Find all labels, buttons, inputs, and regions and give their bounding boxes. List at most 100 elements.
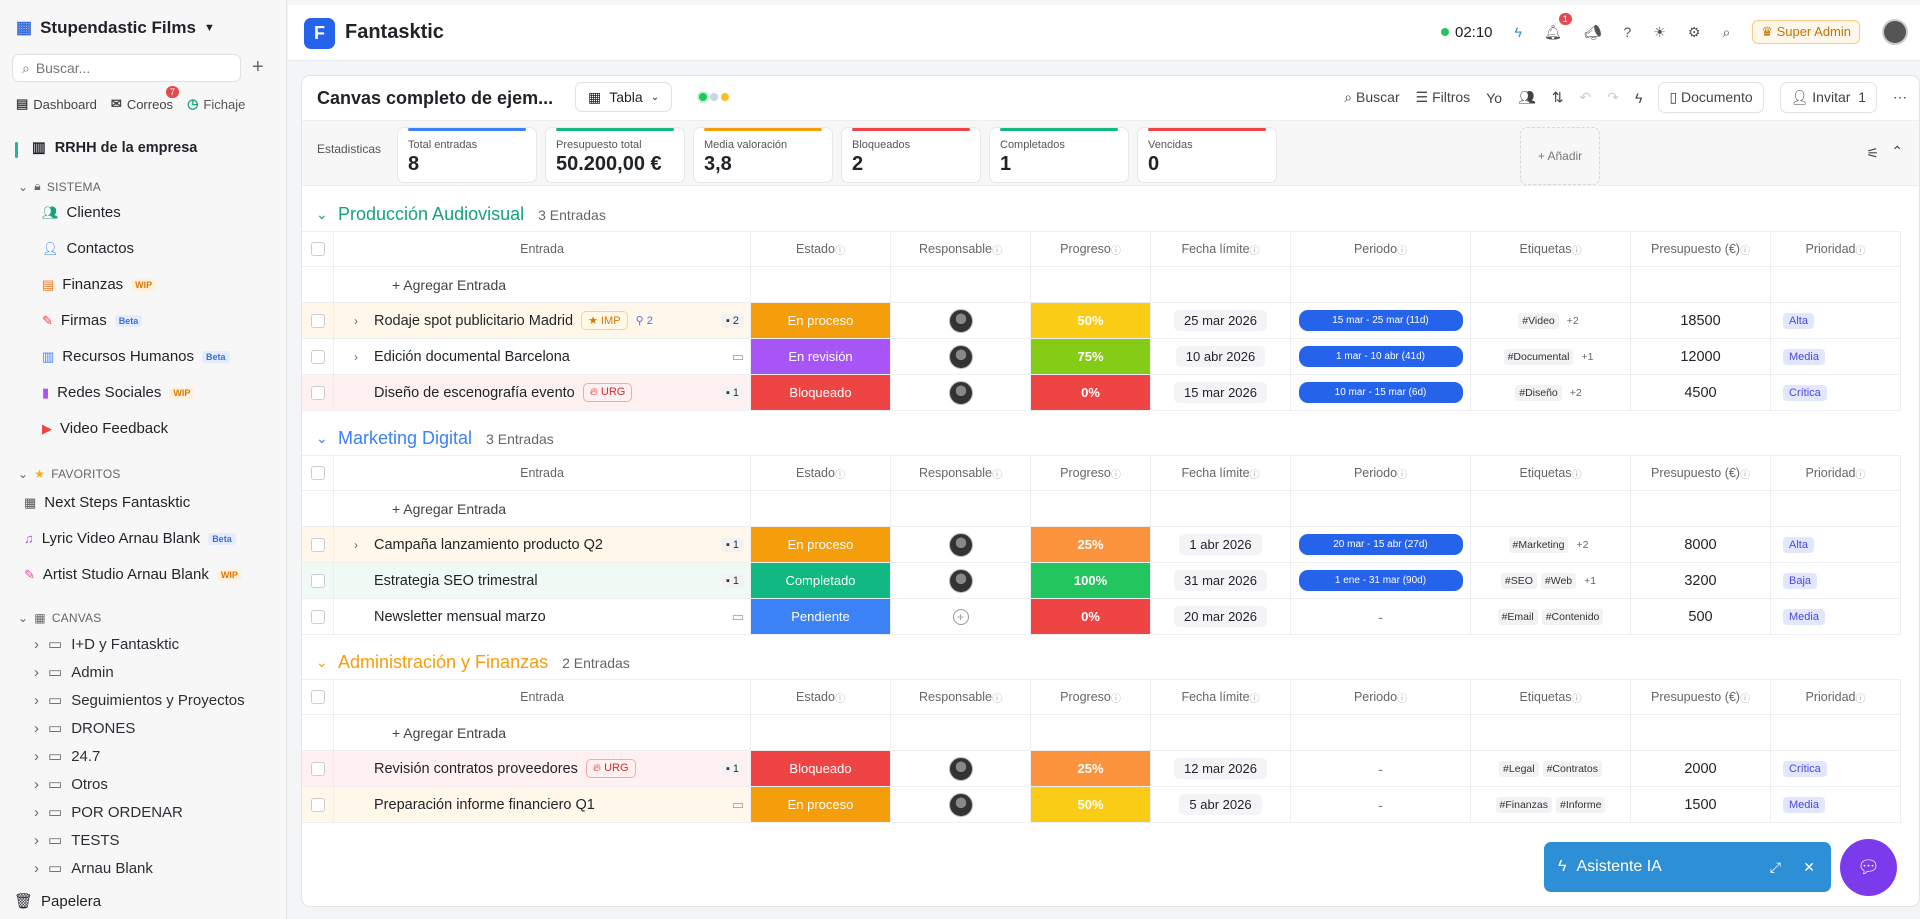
priority-cell[interactable]: Crítica — [1771, 751, 1901, 786]
due-date-cell[interactable]: 1 abr 2026 — [1151, 527, 1291, 562]
section-sistema[interactable]: ⌄ 🔒︎ SISTEMA — [18, 179, 101, 194]
redo-icon[interactable]: ↷ — [1607, 89, 1619, 106]
tags-cell[interactable]: #Email #Contenido — [1471, 599, 1631, 634]
checkbox[interactable] — [310, 385, 325, 400]
sidebar-search[interactable]: ⌕ Buscar... — [12, 54, 241, 82]
assignee-cell[interactable] — [891, 527, 1031, 562]
assignee-cell[interactable] — [891, 375, 1031, 410]
add-entry-cell[interactable]: + Agregar Entrada — [334, 267, 751, 302]
header-checkbox-cell[interactable] — [302, 456, 334, 490]
comments-badge[interactable]: ▪ 2 — [720, 313, 744, 328]
column-header[interactable]: Periodo ⓘ — [1291, 232, 1471, 266]
sidebar-item-redes-sociales[interactable]: ▮ Redes Sociales WIP — [42, 384, 195, 401]
add-entry-button[interactable]: + Agregar Entrada — [354, 501, 506, 517]
invite-button[interactable]: 👤︎ Invitar 1 — [1779, 82, 1877, 113]
chat-button[interactable]: 💬︎ — [1840, 839, 1897, 896]
due-date-cell[interactable]: 12 mar 2026 — [1151, 751, 1291, 786]
sun-icon[interactable]: ☀ — [1653, 24, 1666, 41]
entry-name[interactable]: Estrategia SEO trimestral — [374, 573, 538, 589]
column-header[interactable]: Progreso ⓘ — [1031, 456, 1151, 490]
ai-assistant-bar[interactable]: ϟ Asistente IA ⤢ ✕ — [1544, 842, 1831, 892]
sidebar-item-recursos-humanos[interactable]: ▥ Recursos Humanos Beta — [42, 348, 230, 365]
checkbox[interactable] — [310, 690, 325, 704]
sort-icon[interactable]: ⇅ — [1552, 89, 1564, 106]
priority-cell[interactable]: Alta — [1771, 303, 1901, 338]
column-header[interactable]: Prioridad ⓘ — [1771, 232, 1901, 266]
column-header[interactable]: Etiquetas ⓘ — [1471, 680, 1631, 714]
table-row[interactable]: › Campaña lanzamiento producto Q2 ▪ 1 En pro… — [302, 527, 1901, 563]
status-cell[interactable]: Bloqueado — [751, 375, 891, 410]
checkbox-cell[interactable] — [302, 787, 334, 822]
priority-cell[interactable]: Media — [1771, 787, 1901, 822]
checkbox[interactable] — [310, 609, 325, 624]
checkbox-cell[interactable] — [302, 303, 334, 338]
due-date-cell[interactable]: 25 mar 2026 — [1151, 303, 1291, 338]
entry-name[interactable]: Campaña lanzamiento producto Q2 — [374, 537, 603, 553]
status-cell[interactable]: En proceso — [751, 527, 891, 562]
table-row[interactable]: Preparación informe financiero Q1 ▭ En pro… — [302, 787, 1901, 823]
canvas-folder[interactable]: › ▭ Admin — [34, 663, 114, 682]
table-row[interactable]: Revisión contratos proveedores 🔥︎ URG ▪ 1 Bl… — [302, 751, 1901, 787]
sidebar-item-finanzas[interactable]: ▤ Finanzas WIP — [42, 276, 157, 293]
stat-card[interactable]: Completados 1 — [989, 127, 1129, 183]
comment-icon[interactable]: ▭ — [732, 609, 744, 625]
tags-cell[interactable]: #Video +2 — [1471, 303, 1631, 338]
header-checkbox-cell[interactable] — [302, 232, 334, 266]
checkbox[interactable] — [310, 537, 325, 552]
priority-cell[interactable]: Alta — [1771, 527, 1901, 562]
comments-badge[interactable]: ▪ 1 — [720, 573, 744, 588]
header-checkbox-cell[interactable] — [302, 680, 334, 714]
tags-cell[interactable]: #Documental +1 — [1471, 339, 1631, 374]
budget-cell[interactable]: 4500 — [1631, 375, 1771, 410]
megaphone-icon[interactable]: 📣︎ — [1584, 24, 1602, 41]
column-header[interactable]: Presupuesto (€) ⓘ — [1631, 232, 1771, 266]
undo-icon[interactable]: ↶ — [1580, 89, 1592, 106]
trash-item[interactable]: 🗑︎ Papelera — [14, 892, 101, 911]
favorite-item[interactable]: ▦ Next Steps Fantasktic — [24, 494, 190, 511]
column-header[interactable]: Prioridad ⓘ — [1771, 680, 1901, 714]
column-header[interactable]: Fecha límite ⓘ — [1151, 680, 1291, 714]
checkbox[interactable] — [310, 761, 325, 776]
progress-cell[interactable]: 0% — [1031, 375, 1151, 410]
entry-name[interactable]: Diseño de escenografía evento — [374, 385, 575, 401]
comments-badge[interactable]: ▪ 1 — [720, 537, 744, 552]
filters-button[interactable]: ☰ Filtros — [1416, 89, 1471, 106]
section-favoritos[interactable]: ⌄ ★ FAVORITOS — [18, 467, 121, 481]
expand-icon[interactable]: › — [354, 314, 366, 328]
entry-name[interactable]: Preparación informe financiero Q1 — [374, 797, 595, 813]
section-canvas[interactable]: ⌄ ▦ CANVAS — [18, 611, 101, 625]
column-header[interactable]: Fecha límite ⓘ — [1151, 232, 1291, 266]
canvas-folder[interactable]: › ▭ POR ORDENAR — [34, 803, 183, 822]
progress-cell[interactable]: 75% — [1031, 339, 1151, 374]
checkbox[interactable] — [310, 313, 325, 328]
search-button[interactable]: ⌕ Buscar — [1344, 89, 1399, 106]
column-header[interactable]: Responsable ⓘ — [891, 456, 1031, 490]
progress-cell[interactable]: 100% — [1031, 563, 1151, 598]
period-cell[interactable]: - — [1291, 787, 1471, 822]
canvas-folder[interactable]: › ▭ TESTS — [34, 831, 120, 850]
column-header[interactable]: Periodo ⓘ — [1291, 680, 1471, 714]
checkbox[interactable] — [310, 242, 325, 256]
status-cell[interactable]: Pendiente — [751, 599, 891, 634]
checkbox-cell[interactable] — [302, 527, 334, 562]
progress-cell[interactable]: 25% — [1031, 751, 1151, 786]
canvas-folder[interactable]: › ▭ Seguimientos y Proyectos — [34, 691, 245, 710]
canvas-folder[interactable]: › ▭ 24.7 — [34, 747, 100, 766]
entry-cell[interactable]: Newsletter mensual marzo ▭ — [334, 599, 751, 634]
assignee-cell[interactable] — [891, 563, 1031, 598]
column-header[interactable]: Estado ⓘ — [751, 456, 891, 490]
add-entry-button[interactable]: + Agregar Entrada — [354, 725, 506, 741]
entry-name[interactable]: Rodaje spot publicitario Madrid — [374, 313, 573, 329]
me-button[interactable]: Yo — [1486, 90, 1502, 106]
checkbox[interactable] — [310, 349, 325, 364]
period-cell[interactable]: - — [1291, 599, 1471, 634]
column-header[interactable]: Entrada — [334, 680, 751, 714]
status-cell[interactable]: Bloqueado — [751, 751, 891, 786]
table-row[interactable]: › Edición documental Barcelona ▭ En revisió… — [302, 339, 1901, 375]
tags-cell[interactable]: #SEO #Web +1 — [1471, 563, 1631, 598]
column-header[interactable]: Responsable ⓘ — [891, 232, 1031, 266]
canvas-folder[interactable]: › ▭ I+D y Fantasktic — [34, 635, 179, 654]
workspace-switcher[interactable]: ▦ Stupendastic Films ▼ — [16, 18, 215, 38]
tags-cell[interactable]: #Finanzas #Informe — [1471, 787, 1631, 822]
table-row[interactable]: Diseño de escenografía evento 🔥︎ URG ▪ 1 Blo… — [302, 375, 1901, 411]
